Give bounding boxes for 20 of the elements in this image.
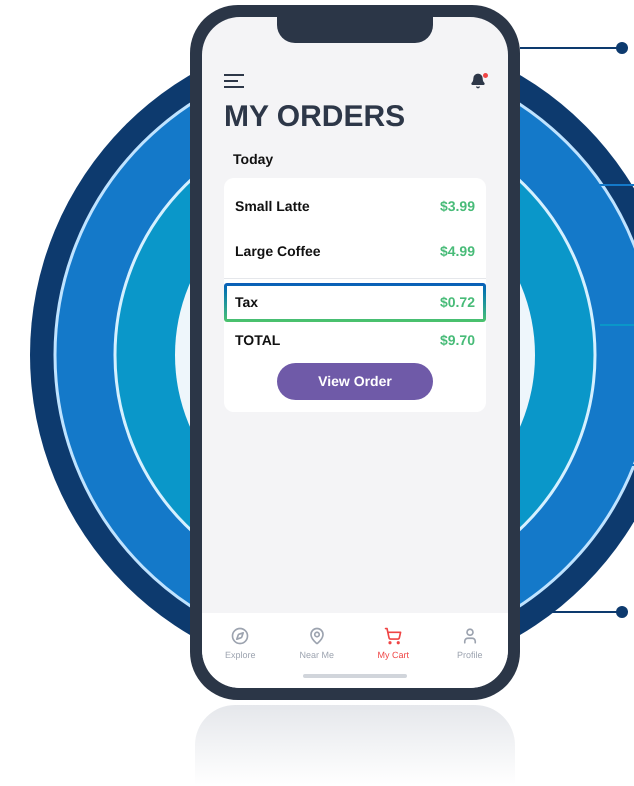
tab[interactable]: My Cart <box>363 626 424 662</box>
page-title: MY ORDERS <box>223 99 406 135</box>
item-price: $3.99 <box>440 197 475 216</box>
item-name: Tax <box>235 293 258 312</box>
item-price: $4.99 <box>440 242 475 261</box>
tab[interactable]: Explore <box>210 626 270 662</box>
total-price: $9.70 <box>440 331 475 350</box>
cart-icon <box>384 626 402 644</box>
view-order-button[interactable]: View Order <box>277 363 433 400</box>
total-label: TOTAL <box>235 331 280 350</box>
section-heading: Today <box>232 150 274 169</box>
map-pin-icon <box>308 626 326 644</box>
bell-icon[interactable] <box>470 73 486 89</box>
menu-icon[interactable] <box>224 74 244 88</box>
tab[interactable]: Profile <box>440 626 500 662</box>
tab[interactable]: Near Me <box>286 626 347 662</box>
item-name: Large Coffee <box>235 242 321 261</box>
item-name: Small Latte <box>235 197 310 216</box>
item-price: $0.72 <box>440 293 475 312</box>
compass-icon <box>231 626 250 644</box>
